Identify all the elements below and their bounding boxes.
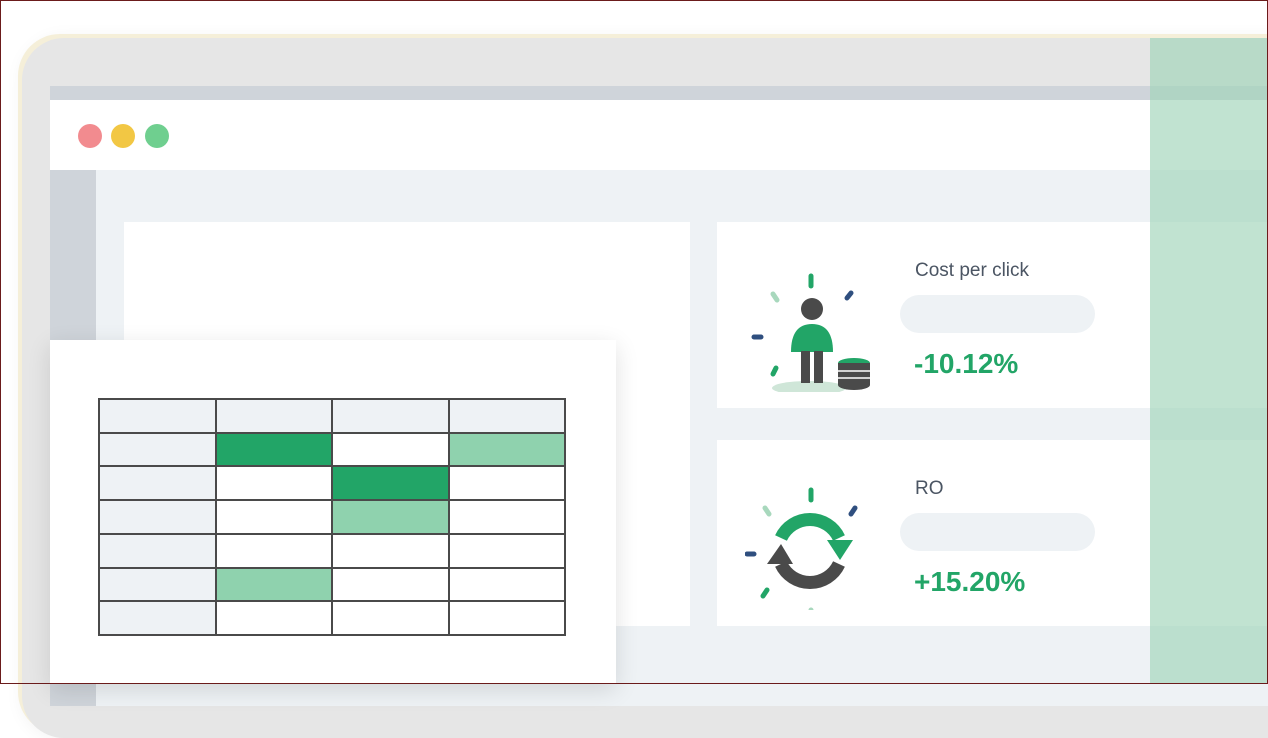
grid-cell[interactable]	[216, 568, 331, 601]
spreadsheet-card	[50, 340, 616, 684]
refresh-arrows-icon	[745, 487, 858, 610]
grid-cell[interactable]	[333, 534, 448, 567]
grid-cell[interactable]	[333, 433, 448, 466]
grid-cell[interactable]	[333, 400, 448, 432]
grid-cell[interactable]	[216, 602, 331, 634]
grid-cell[interactable]	[216, 433, 331, 466]
grid-cell[interactable]	[333, 467, 448, 500]
titlebar-strip	[50, 86, 1268, 100]
spreadsheet-grid	[98, 398, 566, 636]
person-with-coins-icon	[751, 273, 870, 392]
grid-cell[interactable]	[100, 467, 215, 500]
green-side-overlay	[1150, 38, 1268, 684]
minimize-dot[interactable]	[111, 124, 135, 148]
grid-cell[interactable]	[100, 602, 215, 634]
grid-cell[interactable]	[100, 534, 215, 567]
maximize-dot[interactable]	[145, 124, 169, 148]
grid-cell[interactable]	[216, 501, 331, 533]
grid-cell[interactable]	[216, 534, 331, 567]
cpc-placeholder-bar	[900, 295, 1095, 333]
window-titlebar	[50, 100, 1268, 170]
roi-placeholder-bar	[900, 513, 1095, 551]
grid-cell[interactable]	[100, 433, 215, 466]
grid-cell[interactable]	[449, 534, 564, 567]
roi-label: RO	[915, 478, 944, 499]
close-dot[interactable]	[78, 124, 102, 148]
grid-cell[interactable]	[216, 400, 331, 432]
grid-cell[interactable]	[100, 400, 215, 432]
grid-cell[interactable]	[449, 433, 564, 466]
grid-cell[interactable]	[449, 400, 564, 432]
cpc-label: Cost per click	[915, 260, 1030, 281]
grid-cell[interactable]	[100, 501, 215, 533]
grid-cell[interactable]	[449, 602, 564, 634]
grid-cell[interactable]	[333, 568, 448, 601]
grid-cell[interactable]	[216, 467, 331, 500]
grid-cell[interactable]	[449, 467, 564, 500]
grid-cell[interactable]	[333, 602, 448, 634]
grid-cell[interactable]	[449, 501, 564, 533]
cpc-value: -10.12%	[914, 348, 1019, 379]
grid-cell[interactable]	[100, 568, 215, 601]
grid-cell[interactable]	[333, 501, 448, 533]
roi-value: +15.20%	[914, 566, 1026, 597]
grid-cell[interactable]	[449, 568, 564, 601]
